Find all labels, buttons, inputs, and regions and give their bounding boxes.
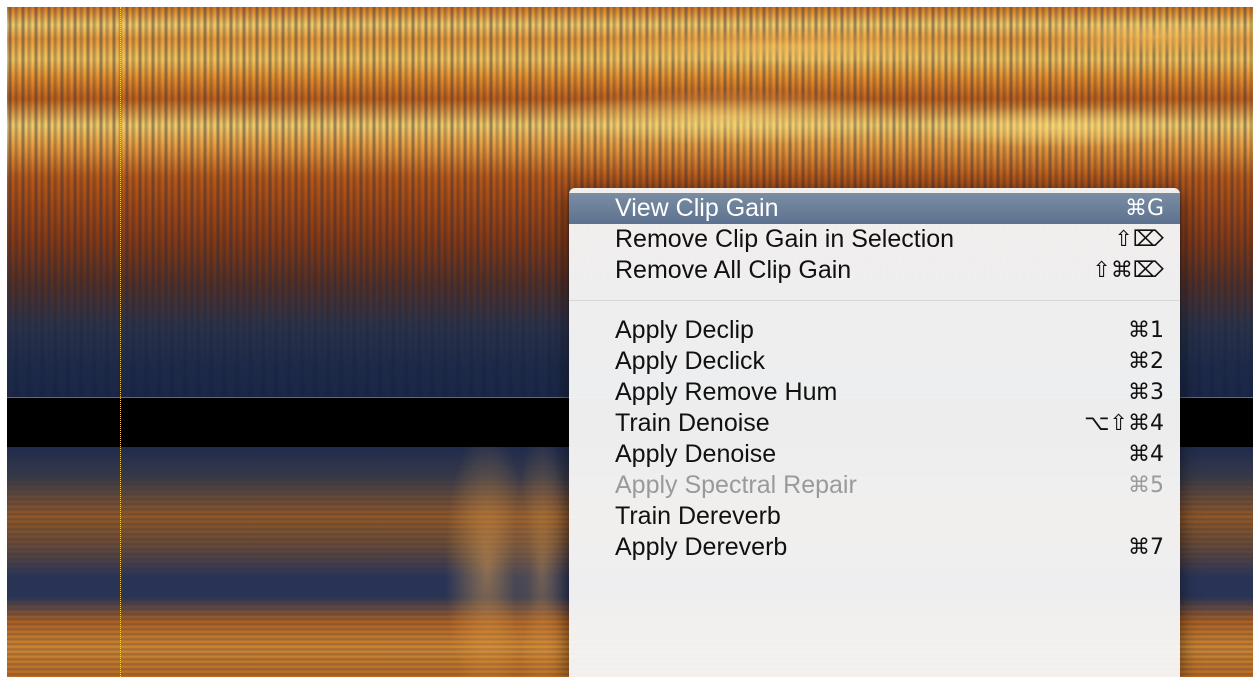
menu-item-view-clip-gain[interactable]: View Clip Gain ⌘G	[569, 193, 1180, 224]
menu-item-train-dereverb[interactable]: Train Dereverb	[569, 501, 1180, 532]
menu-item-label: Apply Denoise	[615, 440, 777, 468]
menu-item-label: Train Denoise	[615, 409, 770, 437]
menu-item-shortcut: ⌘7	[1128, 535, 1164, 560]
menu-item-label: View Clip Gain	[615, 194, 779, 222]
playhead-cursor[interactable]	[120, 7, 121, 677]
menu-item-shortcut: ⌘1	[1128, 318, 1164, 343]
menu-item-label: Remove All Clip Gain	[615, 256, 852, 284]
menu-item-label: Apply Dereverb	[615, 533, 788, 561]
menu-separator	[569, 300, 1180, 301]
menu-item-apply-dereverb[interactable]: Apply Dereverb ⌘7	[569, 532, 1180, 563]
menu-item-apply-declick[interactable]: Apply Declick ⌘2	[569, 346, 1180, 377]
menu-item-label: Apply Spectral Repair	[615, 471, 857, 499]
menu-item-shortcut: ⇧⌦	[1114, 227, 1164, 252]
menu-item-label: Apply Declick	[615, 347, 766, 375]
menu-item-shortcut: ⌘G	[1124, 196, 1164, 221]
context-menu: View Clip Gain ⌘G Remove Clip Gain in Se…	[569, 188, 1180, 677]
menu-item-remove-all-clip-gain[interactable]: Remove All Clip Gain ⇧⌘⌦	[569, 255, 1180, 286]
menu-item-shortcut: ⌥⇧⌘4	[1084, 411, 1164, 436]
menu-item-shortcut: ⌘5	[1128, 473, 1164, 498]
menu-item-label: Remove Clip Gain in Selection	[615, 225, 955, 253]
menu-item-remove-clip-gain-in-selection[interactable]: Remove Clip Gain in Selection ⇧⌦	[569, 224, 1180, 255]
menu-item-apply-spectral-repair: Apply Spectral Repair ⌘5	[569, 470, 1180, 501]
menu-item-shortcut: ⌘3	[1128, 380, 1164, 405]
menu-item-apply-denoise[interactable]: Apply Denoise ⌘4	[569, 439, 1180, 470]
menu-item-label: Apply Declip	[615, 316, 754, 344]
menu-item-shortcut: ⇧⌘⌦	[1092, 258, 1164, 283]
menu-item-label: Train Dereverb	[615, 502, 781, 530]
menu-item-train-denoise[interactable]: Train Denoise ⌥⇧⌘4	[569, 408, 1180, 439]
menu-item-apply-remove-hum[interactable]: Apply Remove Hum ⌘3	[569, 377, 1180, 408]
menu-item-apply-declip[interactable]: Apply Declip ⌘1	[569, 315, 1180, 346]
menu-item-label: Apply Remove Hum	[615, 378, 838, 406]
menu-item-shortcut: ⌘2	[1128, 349, 1164, 374]
menu-item-shortcut: ⌘4	[1128, 442, 1164, 467]
